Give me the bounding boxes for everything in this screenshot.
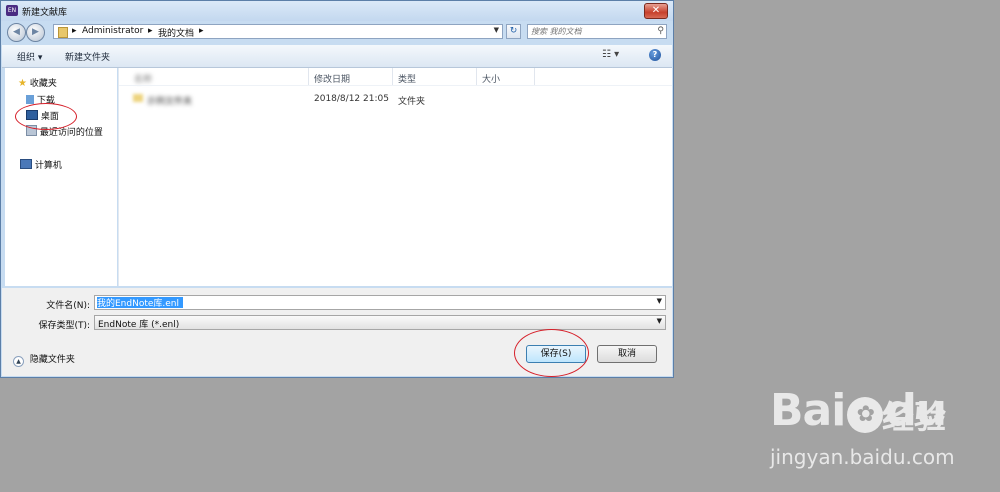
command-toolbar: 组织 ▾ 新建文件夹 ☷ ▾ ? bbox=[2, 45, 672, 68]
crumb-separator: ▸ bbox=[148, 26, 153, 36]
column-header-type[interactable]: 类型 bbox=[398, 72, 416, 85]
breadcrumb-administrator[interactable]: Administrator bbox=[82, 26, 143, 36]
search-icon[interactable]: ⚲ bbox=[657, 26, 664, 36]
breadcrumb-my-documents[interactable]: 我的文档 bbox=[158, 26, 194, 39]
save-dialog-window: EN 新建文献库 ✕ ◀ ▶ ▸ Administrator ▸ 我的文档 ▸ … bbox=[0, 0, 674, 378]
paw-icon: ✿ bbox=[847, 397, 884, 433]
navigation-bar: ◀ ▶ ▸ Administrator ▸ 我的文档 ▸ ▼ ↻ ⚲ bbox=[1, 21, 673, 43]
column-header-modified[interactable]: 修改日期 bbox=[314, 72, 350, 85]
back-button[interactable]: ◀ bbox=[7, 23, 26, 42]
forward-button[interactable]: ▶ bbox=[26, 23, 45, 42]
folder-icon bbox=[58, 27, 68, 38]
star-icon: ★ bbox=[18, 78, 27, 89]
window-title: 新建文献库 bbox=[22, 8, 68, 18]
help-icon[interactable]: ? bbox=[649, 49, 661, 61]
chevron-down-icon[interactable]: ▼ bbox=[494, 26, 499, 34]
sidebar-item-label: 收藏夹 bbox=[29, 79, 57, 89]
search-box[interactable]: ⚲ bbox=[527, 24, 667, 39]
file-list: 名称 修改日期 类型 大小 示例文件夹 2018/8/12 21:05 文件夹 bbox=[118, 68, 672, 286]
filename-input[interactable] bbox=[97, 297, 183, 308]
annotation-circle-desktop bbox=[15, 103, 77, 130]
filename-label: 文件名(N): bbox=[46, 301, 90, 311]
watermark-url: jingyan.baidu.com bbox=[770, 445, 955, 469]
computer-icon bbox=[20, 159, 32, 169]
hide-folders-label: 隐藏文件夹 bbox=[29, 355, 75, 365]
filetype-select[interactable]: EndNote 库 (*.enl) ▼ bbox=[94, 315, 666, 330]
chevron-down-icon[interactable]: ▼ bbox=[657, 317, 662, 325]
column-header-size[interactable]: 大小 bbox=[482, 72, 500, 85]
sidebar-item-favorites[interactable]: ★ 收藏夹 bbox=[18, 76, 57, 89]
filetype-label: 保存类型(T): bbox=[38, 321, 90, 331]
endnote-app-icon: EN bbox=[6, 5, 18, 16]
column-separator[interactable] bbox=[308, 68, 309, 85]
file-type-cell: 文件夹 bbox=[398, 97, 426, 107]
sidebar-item-computer[interactable]: 计算机 bbox=[20, 158, 62, 171]
column-separator[interactable] bbox=[534, 68, 535, 85]
watermark-jingyan-text: 经验 bbox=[882, 398, 947, 436]
view-options-icon[interactable]: ☷ ▾ bbox=[602, 49, 619, 60]
filename-combo[interactable]: ▼ bbox=[94, 295, 666, 310]
new-folder-button[interactable]: 新建文件夹 bbox=[65, 50, 110, 63]
title-bar[interactable]: EN 新建文献库 ✕ bbox=[1, 1, 673, 21]
chevron-down-icon[interactable]: ▼ bbox=[657, 297, 662, 305]
hide-folders-button[interactable]: ▲ 隐藏文件夹 bbox=[13, 352, 75, 367]
cancel-button[interactable]: 取消 bbox=[597, 345, 657, 363]
refresh-button[interactable]: ↻ bbox=[506, 24, 521, 39]
column-header-name[interactable]: 名称 bbox=[134, 72, 152, 85]
annotation-circle-save bbox=[514, 329, 589, 377]
folder-icon bbox=[133, 94, 143, 102]
header-divider bbox=[119, 85, 672, 86]
column-separator[interactable] bbox=[392, 68, 393, 85]
download-icon bbox=[26, 95, 34, 104]
crumb-separator[interactable]: ▸ bbox=[199, 26, 204, 36]
address-bar[interactable]: ▸ Administrator ▸ 我的文档 ▸ ▼ bbox=[53, 24, 503, 39]
file-name-cell: 示例文件夹 bbox=[147, 97, 193, 107]
filetype-value: EndNote 库 (*.enl) bbox=[98, 320, 180, 330]
column-separator[interactable] bbox=[476, 68, 477, 85]
watermark-brand-part: Bai bbox=[770, 385, 846, 436]
search-input[interactable] bbox=[531, 25, 649, 38]
crumb-separator: ▸ bbox=[72, 26, 77, 36]
organize-menu-button[interactable]: 组织 ▾ bbox=[17, 50, 42, 63]
close-button[interactable]: ✕ bbox=[644, 3, 668, 19]
chevron-up-icon: ▲ bbox=[13, 356, 24, 367]
sidebar-item-label: 计算机 bbox=[34, 161, 62, 171]
navigation-pane: ★ 收藏夹 下载 桌面 最近访问的位置 计算机 bbox=[5, 68, 117, 286]
file-modified-cell: 2018/8/12 21:05 bbox=[314, 94, 389, 104]
